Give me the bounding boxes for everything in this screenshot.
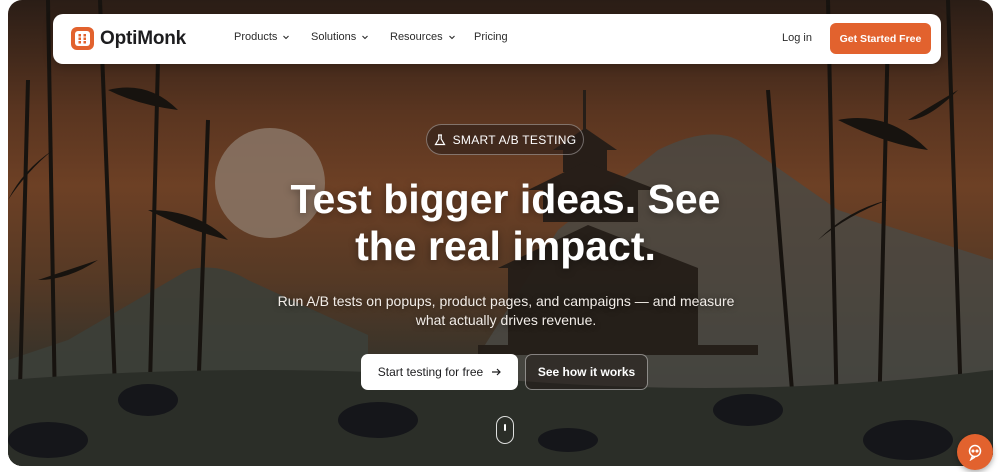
nav-item-label: Pricing: [474, 31, 508, 43]
nav-item-resources[interactable]: Resources: [390, 31, 474, 43]
chevron-down-icon: [283, 35, 290, 40]
chevron-down-icon: [362, 35, 369, 40]
nav-item-pricing[interactable]: Pricing: [474, 31, 508, 43]
badge-label: SMART A/B TESTING: [452, 132, 577, 147]
chat-assistant-icon: [968, 444, 982, 461]
arrow-right-icon: [492, 368, 502, 376]
chat-widget-button[interactable]: [957, 434, 993, 470]
see-how-it-works-button[interactable]: See how it works: [525, 354, 648, 390]
nav-item-label: Resources: [390, 31, 443, 43]
optimonk-logo[interactable]: OptiMonk: [71, 27, 186, 50]
start-testing-label: Start testing for free: [377, 365, 484, 379]
subtext-line-1: Run A/B tests on popups, product pages, …: [277, 293, 735, 309]
top-navbar: OptiMonk Products Solutions Resources Pr…: [53, 14, 941, 64]
hero-subtext: Run A/B tests on popups, product pages, …: [266, 292, 746, 330]
brand-name: OptiMonk: [100, 27, 186, 49]
hero-section: SMART A/B TESTING Test bigger ideas. See…: [8, 0, 993, 466]
nav-item-label: Products: [234, 31, 278, 43]
hero-headline: Test bigger ideas. See the real impact.: [228, 176, 783, 270]
start-testing-button[interactable]: Start testing for free: [361, 354, 518, 390]
headline-line-2: the real impact.: [355, 223, 656, 269]
nav-links: Products Solutions Resources Pricing: [234, 31, 508, 43]
get-started-free-button[interactable]: Get Started Free: [830, 23, 931, 54]
subtext-line-2: what actually drives revenue.: [415, 312, 597, 328]
mouse-scroll-icon[interactable]: [496, 416, 514, 444]
nav-item-products[interactable]: Products: [234, 31, 311, 43]
flask-icon: [434, 133, 446, 145]
headline-line-1: Test bigger ideas. See: [290, 176, 721, 222]
nav-item-label: Solutions: [311, 31, 357, 43]
nav-item-solutions[interactable]: Solutions: [311, 31, 390, 43]
smart-ab-testing-badge: SMART A/B TESTING: [426, 124, 584, 155]
scroll-wheel-dot: [504, 424, 506, 431]
login-link[interactable]: Log in: [782, 32, 812, 44]
chevron-down-icon: [448, 35, 455, 40]
see-how-it-works-label: See how it works: [537, 365, 636, 379]
optimonk-logo-icon: [71, 27, 94, 50]
